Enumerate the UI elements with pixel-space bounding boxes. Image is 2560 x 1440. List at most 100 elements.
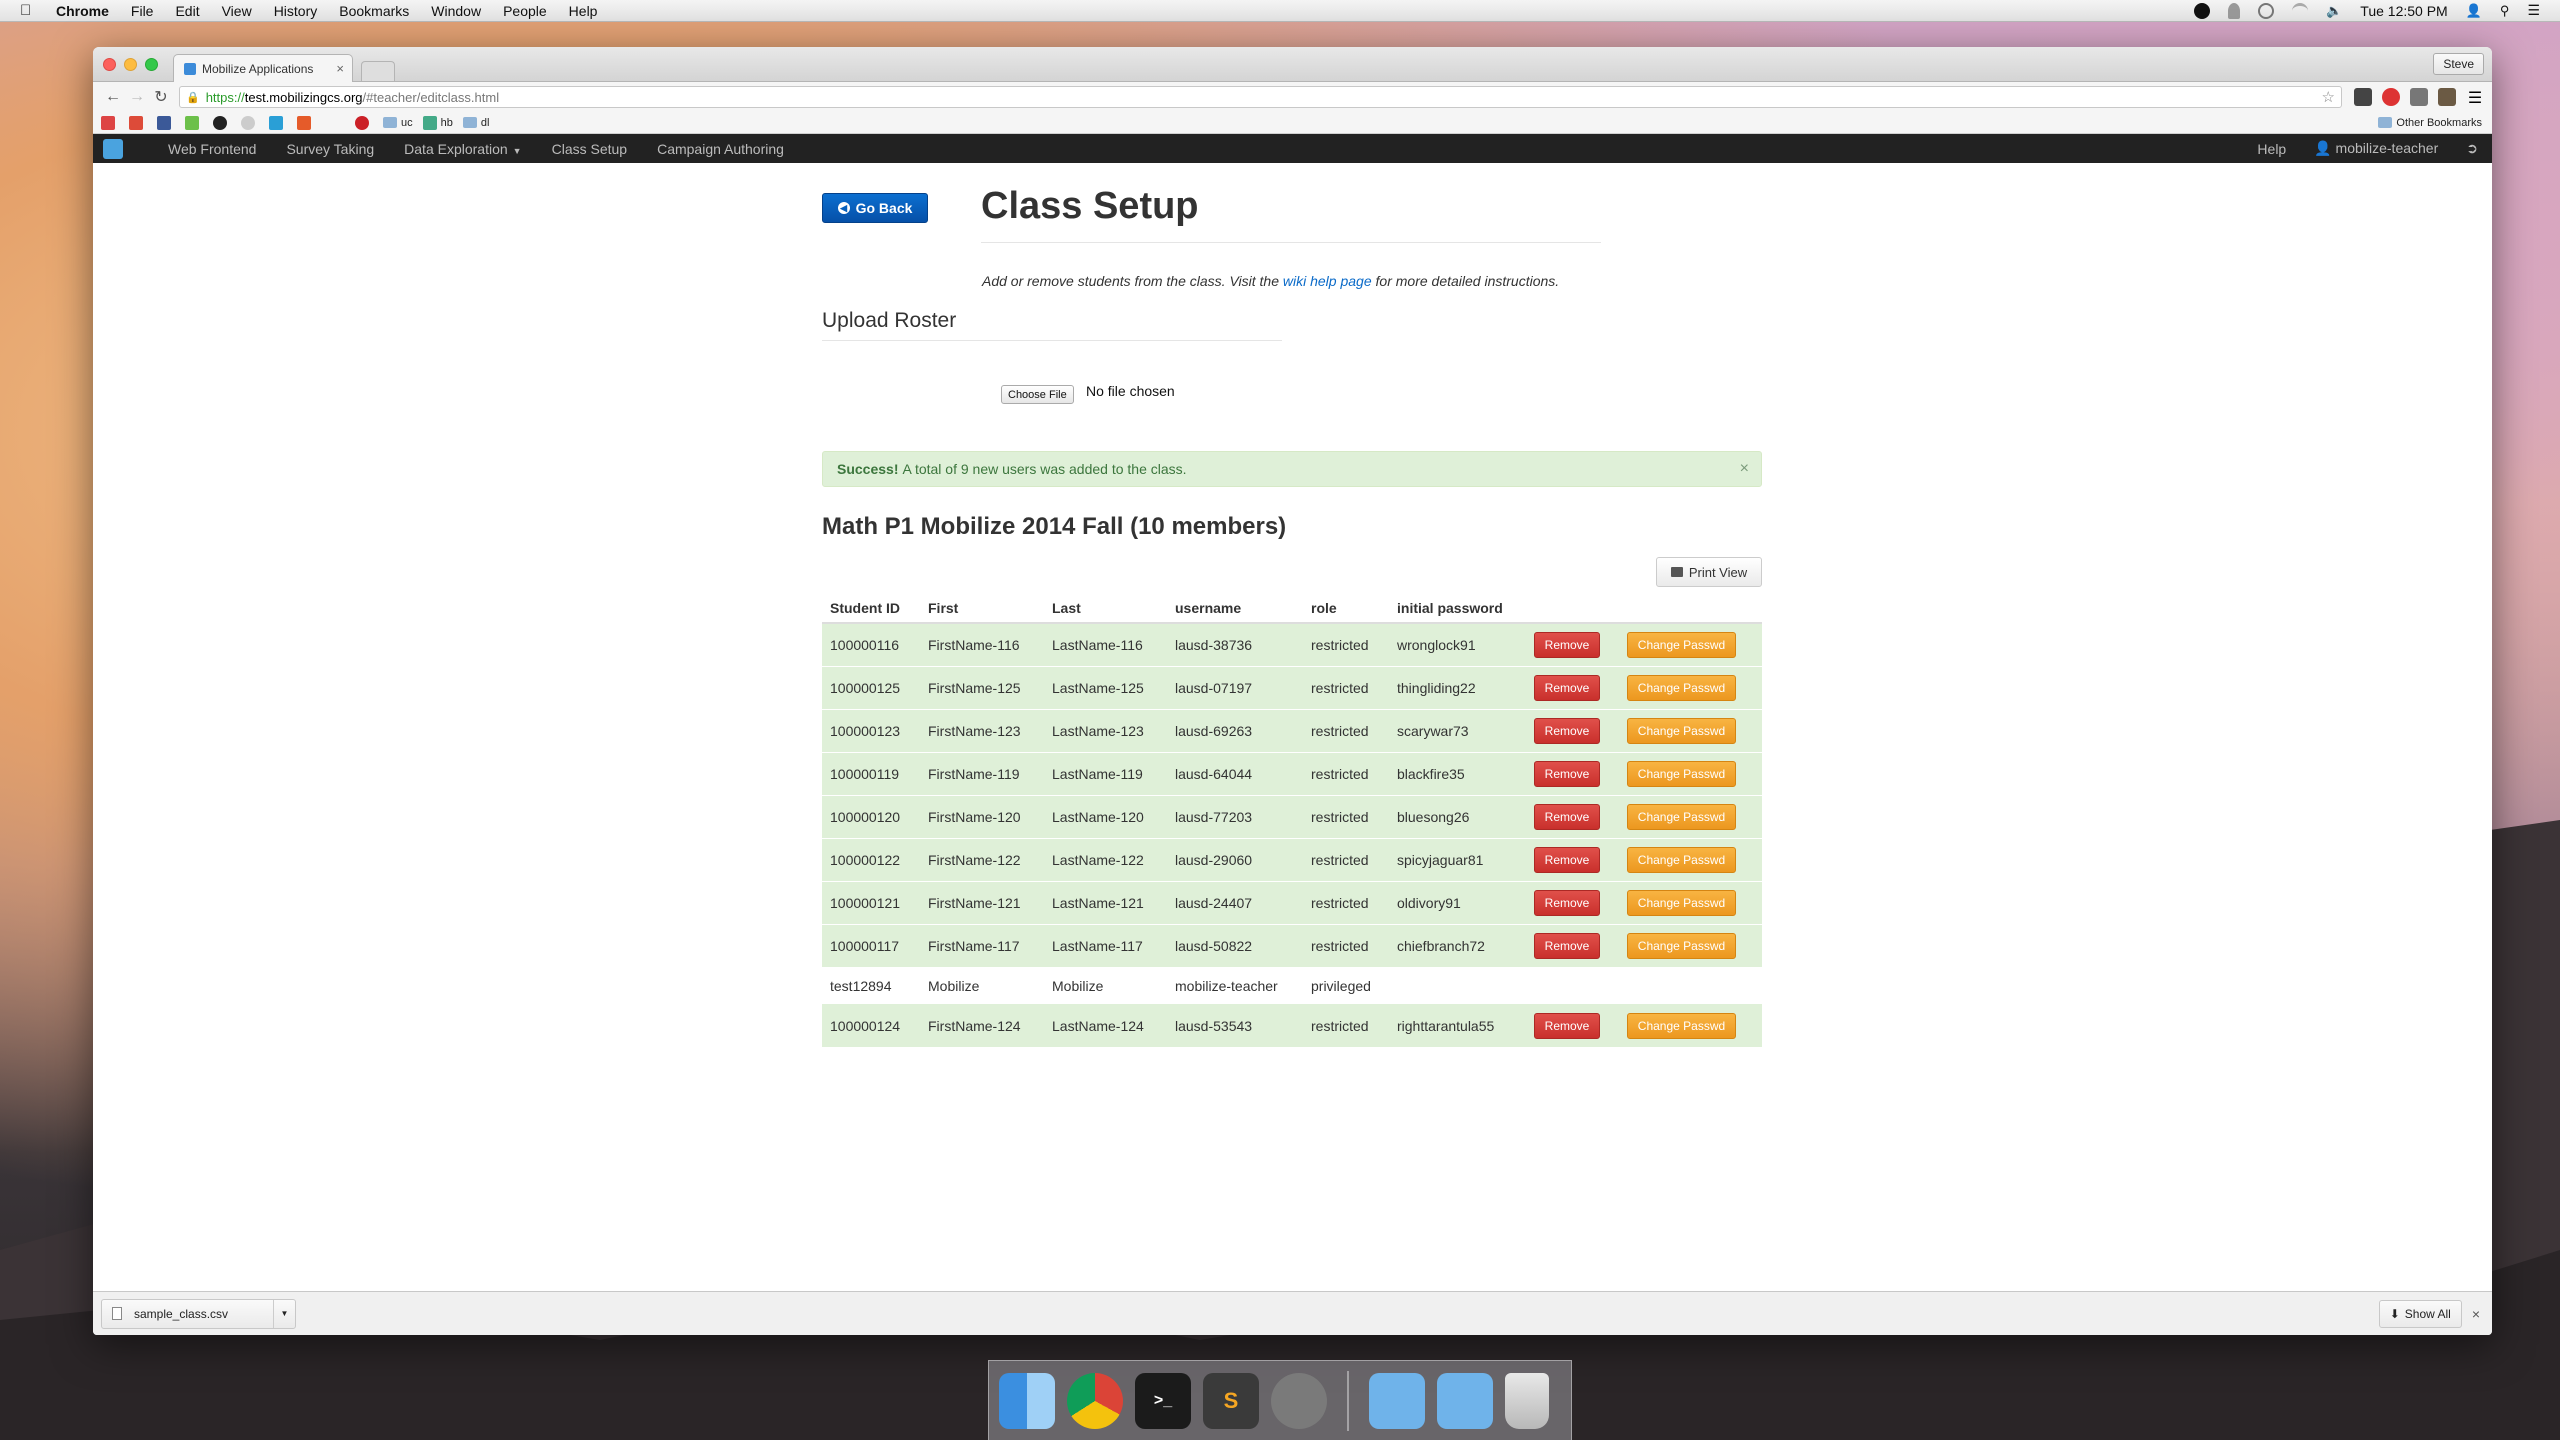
menu-people[interactable]: People [503,3,547,19]
zoom-window-button[interactable] [145,58,158,71]
print-view-button[interactable]: Print View [1656,557,1762,587]
change-passwd-button[interactable]: Change Passwd [1627,846,1736,873]
volume-icon[interactable]: 🔈 [2326,3,2342,19]
nav-web-frontend[interactable]: Web Frontend [168,141,256,157]
bookmark-k-icon[interactable] [269,115,287,130]
trash-icon[interactable] [1505,1372,1549,1429]
remove-button[interactable]: Remove [1534,932,1600,959]
spotlight-search-icon[interactable]: ⚲ [2500,3,2510,19]
bookmark-googleplus-icon[interactable] [129,115,147,130]
col-student-id: Student ID [822,593,920,624]
extension-puzzle-icon[interactable] [2354,88,2372,106]
bookmark-folder-dl[interactable]: dl [462,117,489,129]
chrome-menu-icon[interactable]: ☰ [2466,88,2484,107]
close-download-bar-icon[interactable]: × [2472,1306,2480,1322]
change-passwd-button[interactable]: Change Passwd [1627,674,1736,701]
change-passwd-button[interactable]: Change Passwd [1627,717,1736,744]
menu-view[interactable]: View [222,3,252,19]
menu-bookmarks[interactable]: Bookmarks [339,3,409,19]
finder-icon[interactable] [999,1372,1055,1429]
change-passwd-button[interactable]: Change Passwd [1627,1012,1736,1039]
menu-file[interactable]: File [131,3,154,19]
nav-campaign-authoring[interactable]: Campaign Authoring [657,141,784,157]
nav-class-setup[interactable]: Class Setup [552,141,627,157]
user-icon[interactable]: 👤 [2466,3,2482,19]
bookmark-star-icon[interactable]: ☆ [2322,88,2335,106]
wifi-icon[interactable] [2292,2,2309,19]
bookmark-folder-uc[interactable]: uc [383,117,413,129]
nav-user-menu[interactable]: 👤 mobilize-teacher [2314,140,2438,157]
menu-history[interactable]: History [274,3,318,19]
new-tab-button[interactable] [361,61,395,81]
remove-button[interactable]: Remove [1534,674,1600,701]
nav-help[interactable]: Help [2257,141,2286,157]
notification-bell-icon[interactable] [2228,2,2241,19]
applications-folder-icon[interactable] [1369,1372,1425,1429]
change-passwd-button[interactable]: Change Passwd [1627,631,1736,658]
bookmark-s-icon[interactable] [297,115,315,130]
extension-camera-icon[interactable] [2410,88,2428,106]
download-item[interactable]: sample_class.csv ▼ [101,1298,296,1329]
chrome-icon[interactable] [1067,1372,1123,1429]
reload-icon[interactable]: ↻ [149,87,173,107]
other-bookmarks[interactable]: Other Bookmarks [2378,117,2482,129]
bookmark-folder-hb[interactable]: hb [422,115,453,130]
profile-button[interactable]: Steve [2433,53,2484,75]
remove-button[interactable]: Remove [1534,1012,1600,1039]
cell-student-id: 100000117 [822,923,920,967]
menu-window[interactable]: Window [431,3,481,19]
mobilize-logo[interactable] [103,138,123,159]
forward-arrow-icon[interactable]: → [125,88,149,106]
cell-last: LastName-122 [1044,837,1167,881]
download-filename: sample_class.csv [134,1306,229,1321]
remove-button[interactable]: Remove [1534,760,1600,787]
menu-app-name[interactable]: Chrome [56,3,109,19]
change-passwd-button[interactable]: Change Passwd [1627,932,1736,959]
address-bar[interactable]: 🔒 https:// test.mobilizingcs.org /#teach… [179,86,2342,108]
close-alert-icon[interactable]: × [1740,460,1749,478]
bookmark-github-icon[interactable] [213,115,231,130]
sublime-text-icon[interactable]: S [1203,1372,1259,1429]
bookmark-reddit-icon[interactable] [241,115,259,130]
downloads-folder-icon[interactable] [1437,1372,1493,1429]
cell-username: lausd-50822 [1167,923,1303,967]
menubar-clock[interactable]: Tue 12:50 PM [2360,3,2447,19]
wiki-help-link[interactable]: wiki help page [1283,273,1372,289]
remove-button[interactable]: Remove [1534,803,1600,830]
cell-last: LastName-120 [1044,794,1167,838]
choose-file-button[interactable]: Choose File [1001,385,1074,404]
menu-edit[interactable]: Edit [175,3,199,19]
chevron-down-icon[interactable]: ▼ [273,1299,295,1328]
window-titlebar: Mobilize Applications × Steve [93,47,2492,82]
tab-mobilize-applications[interactable]: Mobilize Applications × [173,54,353,82]
nav-survey-taking[interactable]: Survey Taking [286,141,374,157]
change-passwd-button[interactable]: Change Passwd [1627,889,1736,916]
menu-help[interactable]: Help [569,3,598,19]
close-tab-icon[interactable]: × [336,61,344,76]
remove-button[interactable]: Remove [1534,717,1600,744]
change-passwd-button[interactable]: Change Passwd [1627,760,1736,787]
status-app-icon[interactable] [2194,2,2211,19]
remove-button[interactable]: Remove [1534,846,1600,873]
close-window-button[interactable] [103,58,116,71]
minimize-window-button[interactable] [124,58,137,71]
extension-adblock-icon[interactable] [2382,88,2400,106]
back-arrow-icon[interactable]: ← [101,88,125,106]
bookmark-feedly-icon[interactable] [185,115,203,130]
bookmark-facebook-icon[interactable] [157,115,175,130]
notification-center-icon[interactable]: ☰ [2527,2,2540,19]
nav-data-exploration[interactable]: Data Exploration ▼ [404,141,521,157]
remove-button[interactable]: Remove [1534,889,1600,916]
system-preferences-icon[interactable] [1271,1372,1327,1429]
logout-icon[interactable]: ➲ [2466,140,2478,157]
change-passwd-button[interactable]: Change Passwd [1627,803,1736,830]
show-all-downloads-button[interactable]: ⬇ Show All [2378,1299,2462,1328]
apple-icon[interactable]:  [20,2,42,19]
bookmark-gmail-icon[interactable] [101,115,119,130]
extension-evernote-icon[interactable] [2438,88,2456,106]
go-back-button[interactable]: ◀ Go Back [822,193,928,223]
remove-button[interactable]: Remove [1534,631,1600,658]
sync-icon[interactable] [2258,2,2275,19]
bookmark-pinterest-icon[interactable] [355,115,373,130]
terminal-icon[interactable]: >_ [1135,1372,1191,1429]
